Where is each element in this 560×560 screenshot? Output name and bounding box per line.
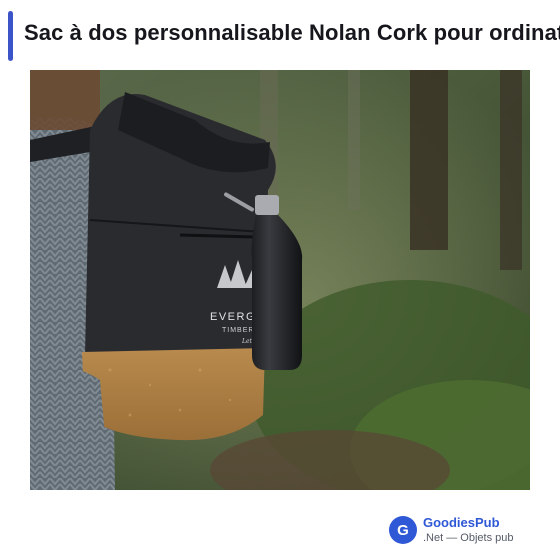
page-title: Sac à dos personnalisable Nolan Cork pou… — [24, 20, 560, 45]
brand-credit[interactable]: G GoodiesPub .Net — Objets pub — [389, 514, 549, 550]
product-photo: EVERGREEN TIMBERCO Let's go — [30, 70, 530, 490]
title-accent-bar — [8, 11, 13, 61]
title-bar: Sac à dos personnalisable Nolan Cork pou… — [0, 8, 560, 62]
brand-tagline: .Net — Objets pub — [423, 532, 514, 544]
backpack-photo-illustration: EVERGREEN TIMBERCO Let's go — [30, 70, 530, 490]
brand-name[interactable]: GoodiesPub — [423, 515, 500, 530]
brand-logo-icon: G — [389, 516, 417, 544]
